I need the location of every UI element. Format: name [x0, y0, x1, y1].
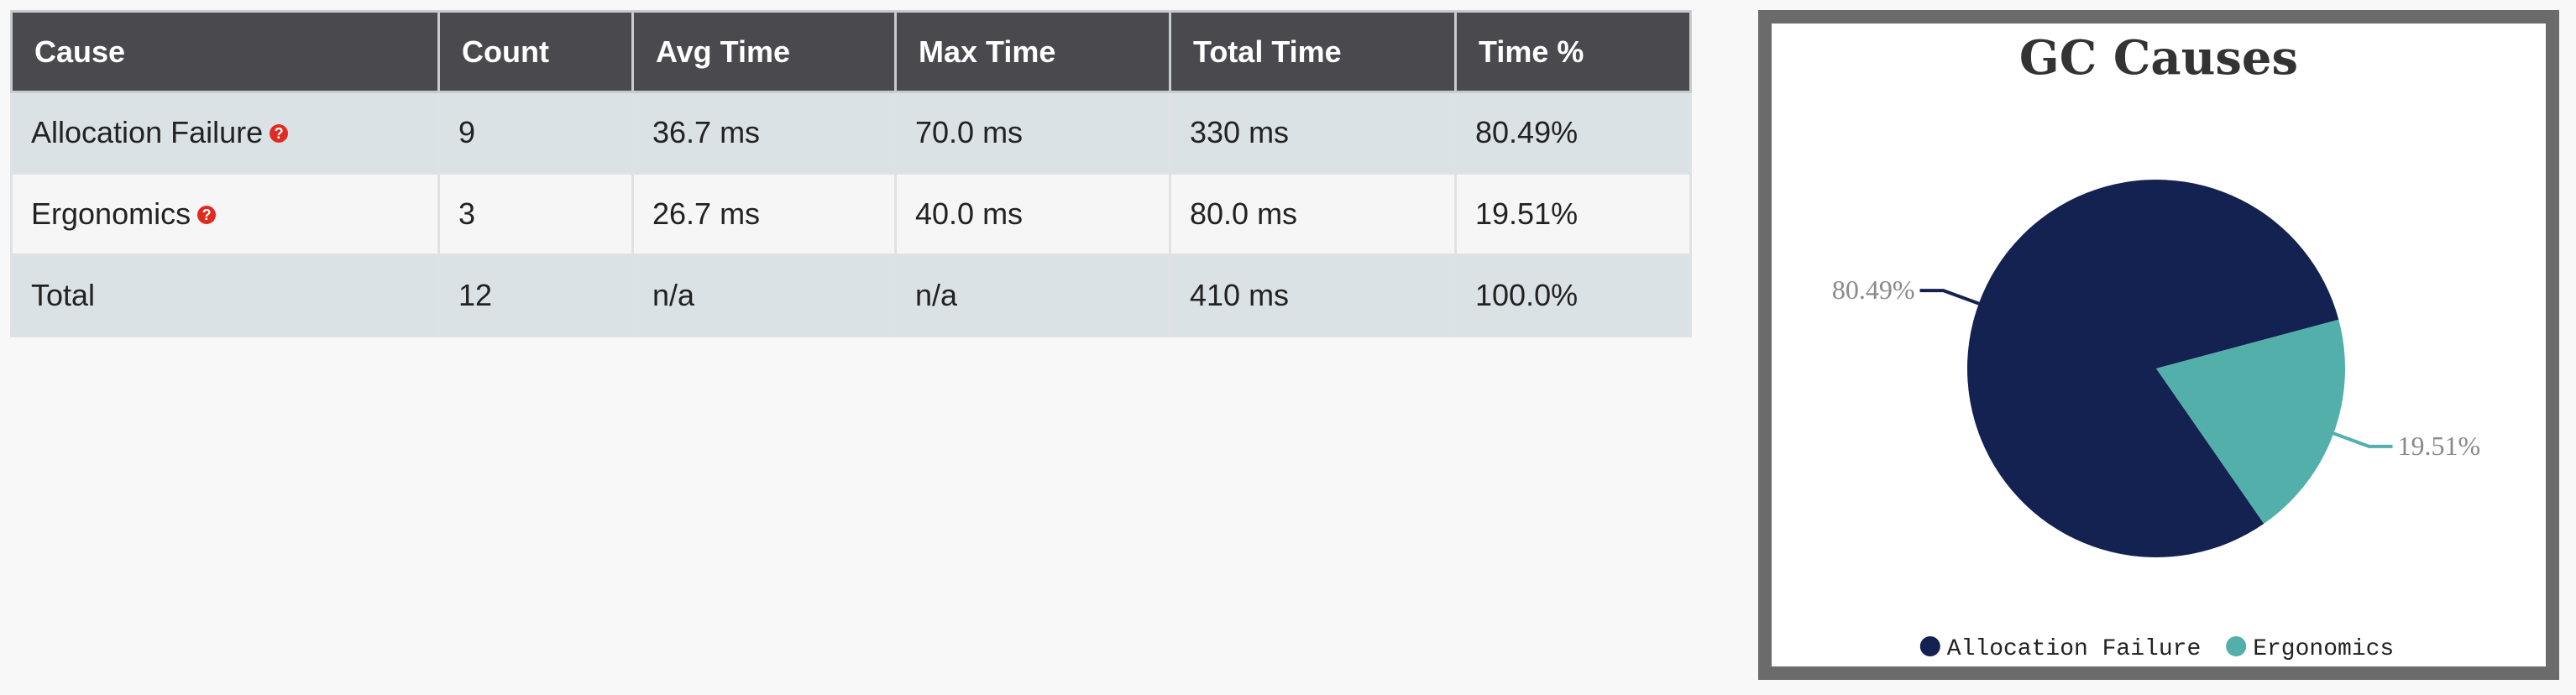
legend-swatch — [2226, 636, 2247, 656]
question-circle-icon[interactable]: ? — [197, 206, 217, 225]
avg-time-cell: n/a — [631, 253, 897, 337]
avg-time-cell: 36.7 ms — [631, 91, 897, 175]
gc-causes-pie-chart: GC Causes 80.49% 19.51% Allocation Failur… — [1832, 30, 2481, 662]
count-cell: 3 — [437, 172, 634, 256]
legend-item-ergonomics[interactable]: Ergonomics — [2226, 636, 2394, 662]
legend-label: Allocation Failure — [1947, 636, 2201, 662]
pie-slices — [1967, 180, 2345, 557]
pie-leader-line — [1919, 289, 1980, 306]
legend-item-allocation-failure[interactable]: Allocation Failure — [1919, 636, 2201, 662]
table-row: Ergonomics? 3 26.7 ms 40.0 ms 80.0 ms 19… — [10, 172, 1692, 256]
pie-slice-label: 80.49% — [1832, 274, 1915, 305]
column-header-avg-time[interactable]: Avg Time — [631, 10, 897, 93]
column-header-max-time[interactable]: Max Time — [894, 10, 1171, 93]
legend-swatch — [1919, 636, 1940, 656]
legend-label: Ergonomics — [2253, 636, 2394, 662]
column-header-cause[interactable]: Cause — [10, 10, 440, 93]
max-time-cell: 40.0 ms — [894, 172, 1171, 256]
time-percent-cell: 80.49% — [1454, 91, 1692, 175]
time-percent-cell: 19.51% — [1454, 172, 1692, 256]
pie-leader-line — [2333, 431, 2393, 448]
cause-cell: Ergonomics? — [10, 172, 440, 256]
column-header-count[interactable]: Count — [437, 10, 634, 93]
cause-cell: Total — [10, 253, 440, 337]
count-cell: 9 — [437, 91, 634, 175]
total-time-cell: 330 ms — [1169, 91, 1457, 175]
question-circle-icon[interactable]: ? — [270, 124, 289, 144]
table-total-row: Total 12 n/a n/a 410 ms 100.0% — [10, 253, 1692, 337]
avg-time-cell: 26.7 ms — [631, 172, 897, 256]
cause-name: Allocation Failure — [31, 115, 264, 149]
max-time-cell: 70.0 ms — [894, 91, 1171, 175]
gc-causes-chart-panel: GC Causes 80.49% 19.51% Allocation Failur… — [1758, 10, 2559, 680]
count-cell: 12 — [437, 253, 634, 337]
cause-name: Ergonomics — [31, 196, 191, 231]
column-header-time-percent[interactable]: Time % — [1454, 10, 1692, 93]
table-row: Allocation Failure? 9 36.7 ms 70.0 ms 33… — [10, 91, 1692, 175]
chart-legend: Allocation Failure Ergonomics — [1919, 636, 2394, 662]
table-header-row: Cause Count Avg Time Max Time Total Time… — [10, 10, 1692, 93]
total-time-cell: 410 ms — [1169, 253, 1457, 337]
column-header-total-time[interactable]: Total Time — [1169, 10, 1457, 93]
pie-slice-label: 19.51% — [2398, 431, 2481, 461]
total-time-cell: 80.0 ms — [1169, 172, 1457, 256]
gc-causes-table: Cause Count Avg Time Max Time Total Time… — [10, 10, 1692, 337]
cause-cell: Allocation Failure? — [10, 91, 440, 175]
chart-title: GC Causes — [2019, 30, 2298, 86]
time-percent-cell: 100.0% — [1454, 253, 1692, 337]
max-time-cell: n/a — [894, 253, 1171, 337]
